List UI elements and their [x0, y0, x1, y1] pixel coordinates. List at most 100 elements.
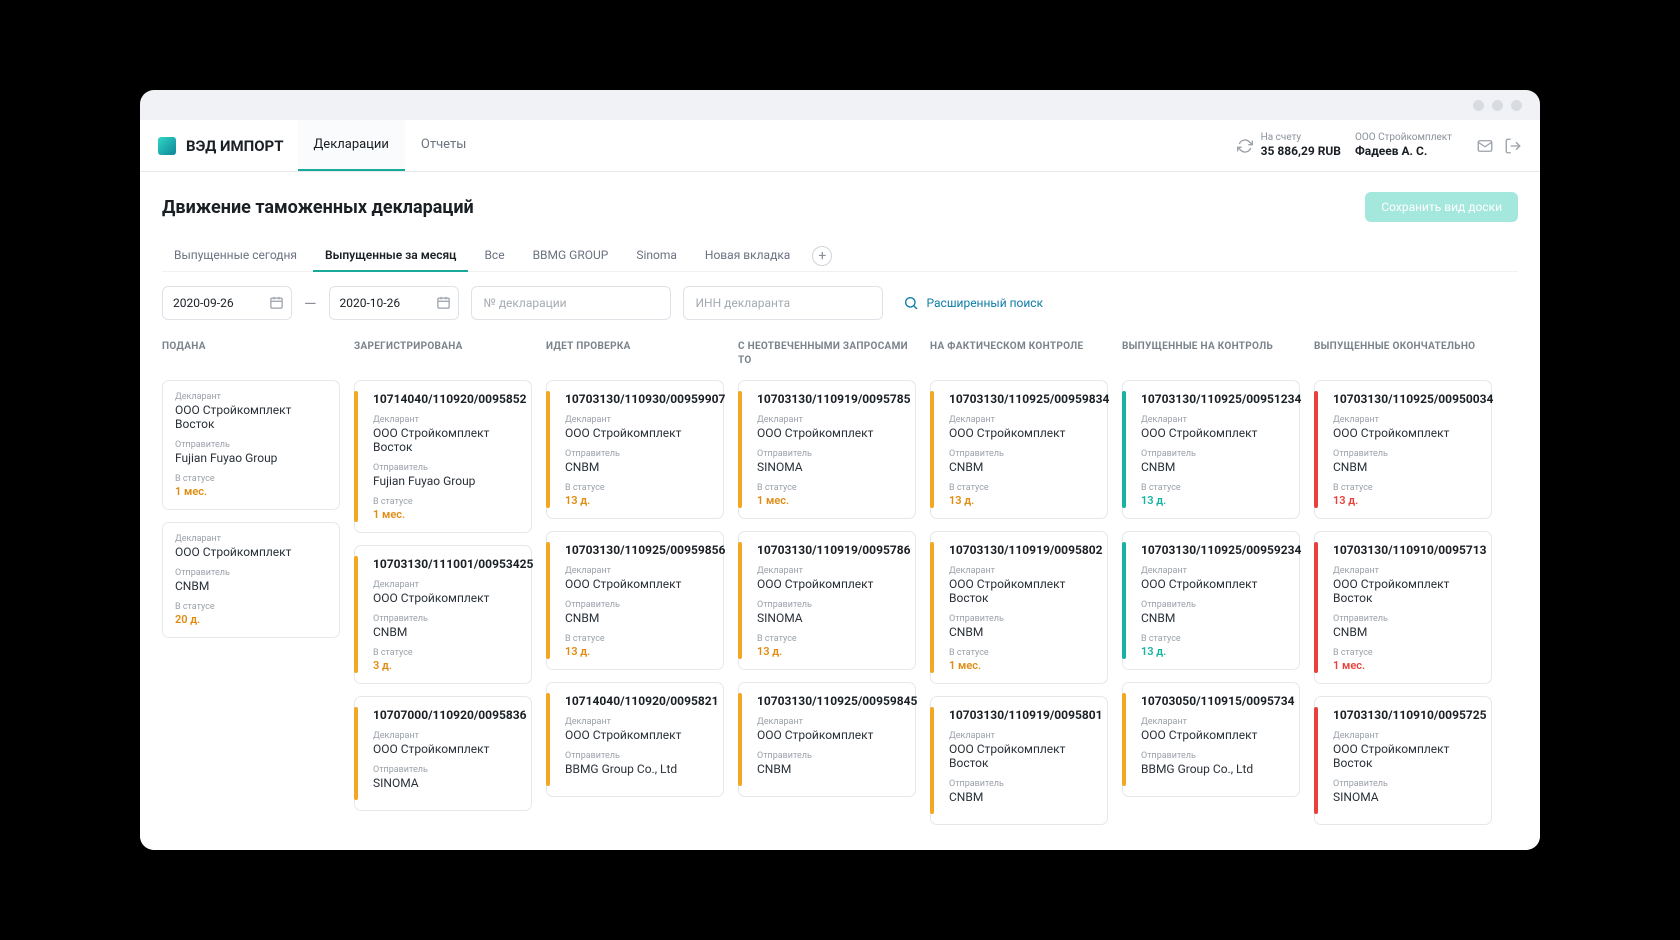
declaration-id: 10703130/110910/0095713 — [1333, 543, 1479, 557]
declarant-value: ООО Стройкомплект Восток — [1333, 577, 1479, 605]
declaration-card[interactable]: 10703130/111001/00953425ДекларантООО Стр… — [354, 545, 532, 684]
nav-tab[interactable]: Отчеты — [405, 120, 482, 171]
balance-value: 35 886,29 RUB — [1261, 144, 1341, 160]
declarant-value: ООО Стройкомплект — [1141, 426, 1287, 440]
status-bar — [1314, 707, 1318, 814]
declaration-card[interactable]: 10703130/110919/0095802ДекларантООО Стро… — [930, 531, 1108, 684]
declarant-label: Декларант — [565, 717, 711, 727]
logout-icon[interactable] — [1504, 137, 1522, 155]
declaration-id: 10703130/110919/0095801 — [949, 708, 1095, 722]
declarant-value: ООО Стройкомплект — [757, 426, 903, 440]
status-value: 13 д. — [565, 645, 711, 658]
kanban-board: ПОДАНАДекларантООО Стройкомплект ВостокО… — [162, 340, 1518, 837]
status-bar — [930, 707, 934, 814]
declaration-card[interactable]: ДекларантООО СтройкомплектОтправительCNB… — [162, 522, 340, 638]
window-control-dot[interactable] — [1492, 100, 1503, 111]
declarant-label: Декларант — [1141, 415, 1287, 425]
filter-tab[interactable]: Выпущенные за месяц — [313, 240, 468, 272]
sender-value: CNBM — [373, 625, 519, 639]
sender-value: CNBM — [949, 625, 1095, 639]
date-from-input[interactable] — [162, 286, 292, 320]
status-value: 3 д. — [373, 659, 519, 672]
declarant-value: ООО Стройкомплект — [373, 742, 519, 756]
balance-label: На счету — [1261, 132, 1302, 143]
declaration-card[interactable]: ДекларантООО Стройкомплект ВостокОтправи… — [162, 380, 340, 510]
declaration-card[interactable]: 10703130/110925/00959856ДекларантООО Стр… — [546, 531, 724, 670]
declaration-card[interactable]: 10714040/110920/0095852ДекларантООО Стро… — [354, 380, 532, 533]
sender-label: Отправитель — [1333, 449, 1479, 459]
declaration-card[interactable]: 10703130/110919/0095785ДекларантООО Стро… — [738, 380, 916, 519]
declarant-label: Декларант — [175, 392, 327, 402]
refresh-icon[interactable] — [1237, 138, 1253, 154]
status-bar — [546, 391, 550, 508]
save-board-button[interactable]: Сохранить вид доски — [1365, 192, 1518, 222]
sender-value: CNBM — [1333, 625, 1479, 639]
status-label: В статусе — [175, 474, 327, 484]
declarant-label: Декларант — [565, 415, 711, 425]
declaration-card[interactable]: 10703130/110925/00959845ДекларантООО Стр… — [738, 682, 916, 797]
inn-input[interactable] — [683, 286, 883, 320]
declarant-value: ООО Стройкомплект — [1333, 426, 1479, 440]
board-column: ПОДАНАДекларантООО Стройкомплект ВостокО… — [162, 340, 340, 837]
declaration-card[interactable]: 10703130/110925/00959234ДекларантООО Стр… — [1122, 531, 1300, 670]
declarant-value: ООО Стройкомплект — [565, 577, 711, 591]
declaration-card[interactable]: 10703130/110925/00959834ДекларантООО Стр… — [930, 380, 1108, 519]
filter-tab[interactable]: Все — [472, 240, 516, 272]
sender-label: Отправитель — [175, 568, 327, 578]
sender-value: CNBM — [175, 579, 327, 593]
status-bar — [354, 556, 358, 673]
declarant-label: Декларант — [175, 534, 327, 544]
declaration-card[interactable]: 10714040/110920/0095821ДекларантООО Стро… — [546, 682, 724, 797]
status-bar — [354, 707, 358, 800]
declaration-card[interactable]: 10703130/110910/0095725ДекларантООО Стро… — [1314, 696, 1492, 825]
declaration-card[interactable]: 10703130/110925/00951234 ДекларантООО Стр… — [1122, 380, 1300, 519]
declaration-card[interactable]: 10703050/110915/0095734ДекларантООО Стро… — [1122, 682, 1300, 797]
declarant-value: ООО Стройкомплект — [1141, 577, 1287, 591]
declaration-no-input[interactable] — [471, 286, 671, 320]
declarant-label: Декларант — [1141, 717, 1287, 727]
board-column: ЗАРЕГИСТРИРОВАНА10714040/110920/0095852Д… — [354, 340, 532, 837]
filter-tab[interactable]: Sinoma — [624, 240, 689, 272]
add-tab-button[interactable]: + — [812, 246, 832, 266]
mail-icon[interactable] — [1476, 137, 1494, 155]
sender-label: Отправитель — [949, 779, 1095, 789]
sender-label: Отправитель — [757, 751, 903, 761]
status-label: В статусе — [757, 483, 903, 493]
declaration-id: 10714040/110920/0095852 — [373, 392, 519, 406]
date-to-input[interactable] — [329, 286, 459, 320]
filter-tab[interactable]: Новая вкладка — [693, 240, 802, 272]
board-column: С НЕОТВЕЧЕННЫМИ ЗАПРОСАМИ ТО10703130/110… — [738, 340, 916, 837]
declaration-card[interactable]: 10703130/110919/0095801ДекларантООО Стро… — [930, 696, 1108, 825]
declarant-value: ООО Стройкомплект — [949, 426, 1095, 440]
column-title: ВЫПУЩЕННЫЕ НА КОНТРОЛЬ — [1122, 340, 1300, 370]
board-column: НА ФАКТИЧЕСКОМ КОНТРОЛЕ10703130/110925/0… — [930, 340, 1108, 837]
status-bar — [930, 542, 934, 673]
declaration-card[interactable]: 10703130/110930/00959907ДекларантООО Стр… — [546, 380, 724, 519]
nav-tab[interactable]: Декларации — [298, 120, 405, 171]
page-title: Движение таможенных деклараций — [162, 197, 474, 218]
advanced-search-link[interactable]: Расширенный поиск — [903, 295, 1044, 311]
balance-block: На счету 35 886,29 RUB — [1261, 131, 1341, 160]
status-label: В статусе — [175, 602, 327, 612]
brand-logo-icon — [158, 137, 176, 155]
window-control-dot[interactable] — [1511, 100, 1522, 111]
status-bar — [546, 693, 550, 786]
declarant-value: ООО Стройкомплект Восток — [1333, 742, 1479, 770]
declaration-card[interactable]: 10707000/110920/0095836ДекларантООО Стро… — [354, 696, 532, 811]
declarant-label: Декларант — [373, 415, 519, 425]
declaration-card[interactable]: 10703130/110919/0095786ДекларантООО Стро… — [738, 531, 916, 670]
sender-label: Отправитель — [1333, 779, 1479, 789]
filter-tab[interactable]: Выпущенные сегодня — [162, 240, 309, 272]
sender-value: SINOMA — [373, 776, 519, 790]
declaration-card[interactable]: 10703130/110910/0095713ДекларантООО Стро… — [1314, 531, 1492, 684]
window-control-dot[interactable] — [1473, 100, 1484, 111]
status-value: 1 мес. — [757, 494, 903, 507]
declaration-card[interactable]: 10703130/110925/00950034ДекларантООО Стр… — [1314, 380, 1492, 519]
declarant-value: ООО Стройкомплект — [373, 591, 519, 605]
declaration-id: 10703130/110925/00951234 — [1141, 392, 1287, 406]
status-label: В статусе — [949, 648, 1095, 658]
declarant-label: Декларант — [949, 731, 1095, 741]
filter-tab[interactable]: BBMG GROUP — [521, 240, 621, 272]
declarant-label: Декларант — [949, 566, 1095, 576]
status-bar — [1314, 542, 1318, 673]
